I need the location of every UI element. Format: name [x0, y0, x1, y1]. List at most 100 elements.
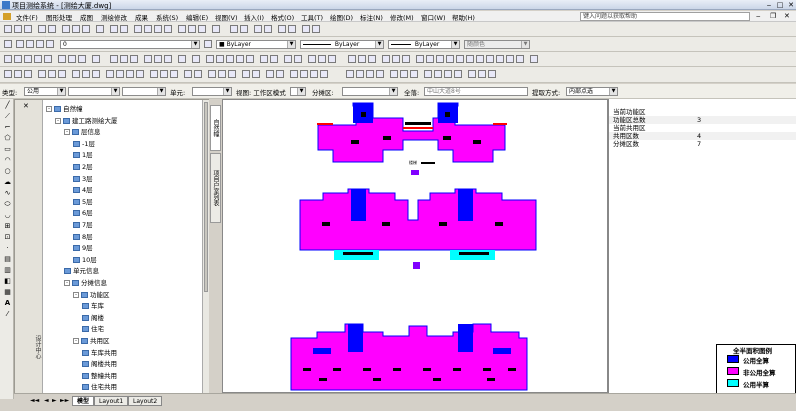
maximize-icon[interactable]: □	[775, 1, 785, 9]
tool-icon[interactable]	[144, 55, 152, 63]
tool-icon[interactable]	[294, 55, 302, 63]
tool-icon[interactable]	[4, 55, 12, 63]
tool-icon[interactable]	[246, 55, 254, 63]
tool-icon[interactable]	[454, 70, 462, 78]
tree-expand-icon[interactable]: -	[64, 280, 70, 286]
tool-icon[interactable]	[218, 70, 226, 78]
tool-icon[interactable]	[290, 70, 298, 78]
sun-icon[interactable]	[26, 40, 34, 48]
tree-node[interactable]: 阁楼	[82, 314, 104, 323]
tool-icon[interactable]	[300, 70, 308, 78]
tool-icon[interactable]	[276, 70, 284, 78]
property-value[interactable]: 4	[697, 132, 701, 140]
tab-layout2[interactable]: Layout2	[128, 396, 163, 406]
tool-icon[interactable]	[150, 70, 158, 78]
tree-node[interactable]: 3层	[73, 175, 93, 184]
tree-node[interactable]: 整幢共用	[82, 372, 117, 381]
tool-icon[interactable]	[358, 55, 366, 63]
tree-node[interactable]: 9层	[73, 244, 93, 253]
tree-node[interactable]: 住宅	[82, 325, 104, 334]
division-select[interactable]: ▼	[342, 87, 398, 96]
tool-icon[interactable]	[116, 70, 124, 78]
tree-expand-icon[interactable]: -	[64, 129, 70, 136]
drawing-canvas[interactable]: 楼梯	[222, 99, 608, 393]
zoom-window-icon[interactable]	[154, 25, 162, 33]
tool-icon[interactable]	[444, 70, 452, 78]
menu-draw[interactable]: 绘图(D)	[330, 12, 353, 22]
tool-icon[interactable]	[284, 55, 292, 63]
menu-results[interactable]: 成果	[135, 12, 148, 22]
tool-icon[interactable]	[14, 55, 22, 63]
subtype-select[interactable]: ▼	[68, 87, 120, 96]
tool-icon[interactable]	[252, 70, 260, 78]
properties-icon[interactable]	[178, 25, 186, 33]
tool-icon[interactable]	[266, 70, 274, 78]
light-bulb-icon[interactable]	[16, 40, 24, 48]
tool-icon[interactable]	[434, 70, 442, 78]
close-icon[interactable]: ✕	[786, 1, 796, 9]
tool-icon[interactable]	[14, 70, 22, 78]
tool-icon[interactable]	[72, 70, 80, 78]
tool-icon[interactable]	[424, 70, 432, 78]
mdi-restore-icon[interactable]: ❐	[770, 12, 776, 20]
tool-icon[interactable]	[456, 55, 464, 63]
tree-node[interactable]: 4层	[73, 186, 93, 195]
pan-icon[interactable]	[134, 25, 142, 33]
tree-expand-icon[interactable]: -	[73, 338, 79, 344]
extract-mode-select[interactable]: 内部点选 ▼	[566, 87, 618, 96]
fullname-field[interactable]: 中山大道8号	[424, 87, 528, 96]
menu-system[interactable]: 系统(S)	[156, 12, 178, 22]
tab-natural-building[interactable]: 自然幢	[210, 105, 221, 151]
mdi-minimize-icon[interactable]: ‒	[756, 12, 760, 20]
tool-icon[interactable]	[164, 55, 172, 63]
open-icon[interactable]	[14, 25, 22, 33]
tool-icon[interactable]	[346, 70, 354, 78]
tool-icon[interactable]	[154, 55, 162, 63]
tool-icon[interactable]	[194, 70, 202, 78]
tree-node[interactable]: - 分摊信息	[64, 279, 107, 288]
tool-icon[interactable]	[170, 70, 178, 78]
tool-icon[interactable]	[48, 70, 56, 78]
lineweight-select[interactable]: ByLayer ▼	[388, 40, 460, 49]
tool-icon[interactable]	[192, 55, 200, 63]
tree-node[interactable]: 2层	[73, 163, 93, 172]
ellipse-arc-icon[interactable]: ◡	[3, 211, 12, 220]
menu-dimension[interactable]: 标注(N)	[360, 12, 383, 22]
tab-next-icon[interactable]: ►	[52, 397, 57, 404]
tool-icon[interactable]	[466, 55, 474, 63]
tree-node[interactable]: 8层	[73, 233, 93, 242]
tool-icon[interactable]	[530, 55, 538, 63]
menu-format[interactable]: 格式(O)	[271, 12, 294, 22]
tool-icon[interactable]	[446, 55, 454, 63]
tree-node[interactable]: - 功能区	[73, 291, 110, 300]
tool-icon[interactable]	[348, 55, 356, 63]
tool-icon[interactable]	[516, 55, 524, 63]
tool-icon[interactable]	[226, 55, 234, 63]
tool-icon[interactable]	[468, 70, 476, 78]
tool-icon[interactable]	[24, 55, 32, 63]
copy-icon[interactable]	[72, 25, 80, 33]
revision-cloud-icon[interactable]: ☁	[3, 178, 12, 187]
grid-icon[interactable]	[264, 25, 272, 33]
tool-icon[interactable]	[68, 55, 76, 63]
text-a-icon[interactable]	[110, 55, 118, 63]
table-draw-icon[interactable]: ▦	[3, 288, 12, 297]
menu-help[interactable]: 帮助(H)	[452, 12, 475, 22]
tab-layout1[interactable]: Layout1	[94, 396, 129, 406]
tool-icon[interactable]	[310, 70, 318, 78]
menu-survey-edit[interactable]: 测绘修改	[101, 12, 127, 22]
menu-edit[interactable]: 编辑(E)	[186, 12, 208, 22]
tool-icon[interactable]	[320, 70, 328, 78]
construction-line-icon[interactable]: ⟋	[3, 112, 12, 121]
tool-icon[interactable]	[400, 70, 408, 78]
tool-icon[interactable]	[416, 55, 424, 63]
tool-icon[interactable]	[478, 70, 486, 78]
new-icon[interactable]	[4, 25, 12, 33]
zoom-previous-icon[interactable]	[164, 25, 172, 33]
menu-tools[interactable]: 工具(T)	[301, 12, 323, 22]
menu-insert[interactable]: 插入(I)	[244, 12, 264, 22]
text-a-icon[interactable]	[120, 55, 128, 63]
tree-node[interactable]: 5层	[73, 198, 93, 207]
tool-icon[interactable]	[58, 55, 66, 63]
arc-icon[interactable]: ◠	[3, 156, 12, 165]
